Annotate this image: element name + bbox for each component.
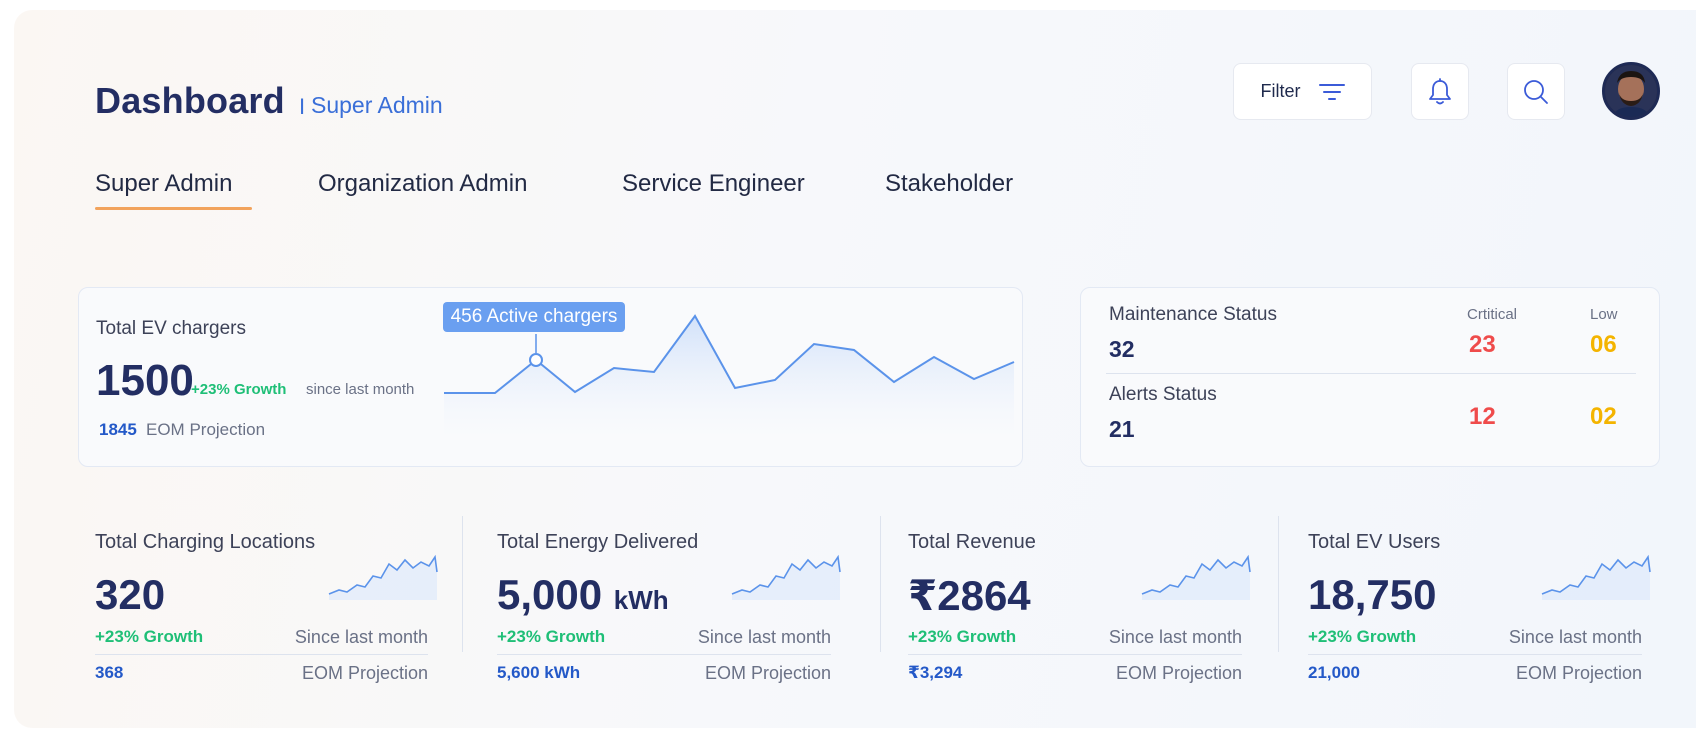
stat-since-label: Since last month <box>294 627 428 647</box>
title-separator: I <box>299 94 306 119</box>
stat-projection-value: 21,000 <box>1308 663 1360 682</box>
tab-super-admin[interactable]: Super Admin <box>95 170 232 198</box>
stat-sparkline <box>328 554 438 600</box>
ev-chargers-value: 1500 <box>96 356 194 405</box>
status-divider <box>1106 373 1636 374</box>
stat-divider <box>462 516 463 652</box>
stat-since-label: Since last month <box>1108 627 1242 647</box>
stat-divider <box>880 516 881 652</box>
stat-value: 320 <box>95 571 166 618</box>
stat-sparkline <box>1141 554 1251 600</box>
ev-chargers-label: Total EV chargers <box>96 318 246 339</box>
alerts-status-value: 21 <box>1109 416 1135 442</box>
ev-chargers-growth: +23% Growth <box>191 381 287 398</box>
page-title: Dashboard <box>95 80 285 121</box>
low-column-header: Low <box>1590 306 1618 323</box>
tab-stakeholder[interactable]: Stakeholder <box>885 170 1013 198</box>
search-button[interactable] <box>1507 63 1565 120</box>
stat-value: 18,750 <box>1308 571 1437 618</box>
stat-label: Total EV Users <box>1308 531 1441 553</box>
ev-chargers-projection-label: EOM Projection <box>146 420 266 439</box>
stat-growth: +23% Growth <box>908 627 1017 646</box>
ev-chargers-projection-value: 1845 <box>99 420 137 439</box>
stat-row-divider <box>497 654 831 655</box>
stat-growth: +23% Growth <box>1308 627 1417 646</box>
alerts-status-label: Alerts Status <box>1109 384 1217 405</box>
stat-projection-value: 368 <box>95 663 124 682</box>
filter-button-label: Filter <box>1260 81 1301 101</box>
stat-projection-value: 5,600 kWh <box>497 663 581 682</box>
tab-organization-admin[interactable]: Organization Admin <box>318 170 527 198</box>
stat-since-label: Since last month <box>1508 627 1642 647</box>
search-icon <box>1524 79 1548 104</box>
stat-label: Total Revenue <box>908 531 1036 553</box>
stat-value: 5,000 kWh <box>497 571 669 619</box>
stat-row-divider <box>908 654 1242 655</box>
maintenance-critical-count: 23 <box>1469 331 1496 358</box>
alerts-critical-count: 12 <box>1469 403 1496 430</box>
stat-projection-label: EOM Projection <box>301 663 428 683</box>
stat-row-divider <box>95 654 428 655</box>
bell-icon <box>1429 77 1451 104</box>
maintenance-low-count: 06 <box>1590 331 1617 358</box>
maintenance-status-label: Maintenance Status <box>1109 304 1277 325</box>
critical-column-header: Crtitical <box>1467 306 1518 323</box>
alerts-low-count: 02 <box>1590 403 1617 430</box>
avatar[interactable] <box>1602 62 1660 120</box>
stat-growth: +23% Growth <box>497 627 606 646</box>
stat-label: Total Energy Delivered <box>497 531 699 553</box>
stat-growth: +23% Growth <box>95 627 204 646</box>
trend-point-marker[interactable] <box>529 353 543 367</box>
filter-lines-icon <box>1318 83 1345 100</box>
stat-label: Total Charging Locations <box>95 531 316 553</box>
stat-projection-label: EOM Projection <box>1115 663 1242 683</box>
stat-value-unit: kWh <box>613 585 669 615</box>
stat-row-divider <box>1308 654 1642 655</box>
active-chargers-tooltip: 456 Active chargers <box>443 302 625 332</box>
maintenance-status-value: 32 <box>1109 336 1135 362</box>
stat-value-number: 5,000 <box>497 571 603 618</box>
active-tab-indicator <box>95 207 252 210</box>
stat-sparkline <box>1541 554 1651 600</box>
page-subtitle: Super Admin <box>311 92 443 118</box>
stat-projection-value: ₹3,294 <box>908 663 963 682</box>
stat-projection-label: EOM Projection <box>1515 663 1642 683</box>
filter-button[interactable]: Filter <box>1233 63 1372 120</box>
stat-since-label: Since last month <box>697 627 831 647</box>
tab-service-engineer[interactable]: Service Engineer <box>622 170 805 198</box>
ev-chargers-since: since last month <box>306 381 415 398</box>
stat-sparkline <box>731 554 841 600</box>
stat-divider <box>1278 516 1279 652</box>
stat-value: ₹2864 <box>908 572 1031 619</box>
stat-projection-label: EOM Projection <box>704 663 831 683</box>
notifications-button[interactable] <box>1411 63 1469 120</box>
user-photo-icon <box>1605 65 1657 117</box>
